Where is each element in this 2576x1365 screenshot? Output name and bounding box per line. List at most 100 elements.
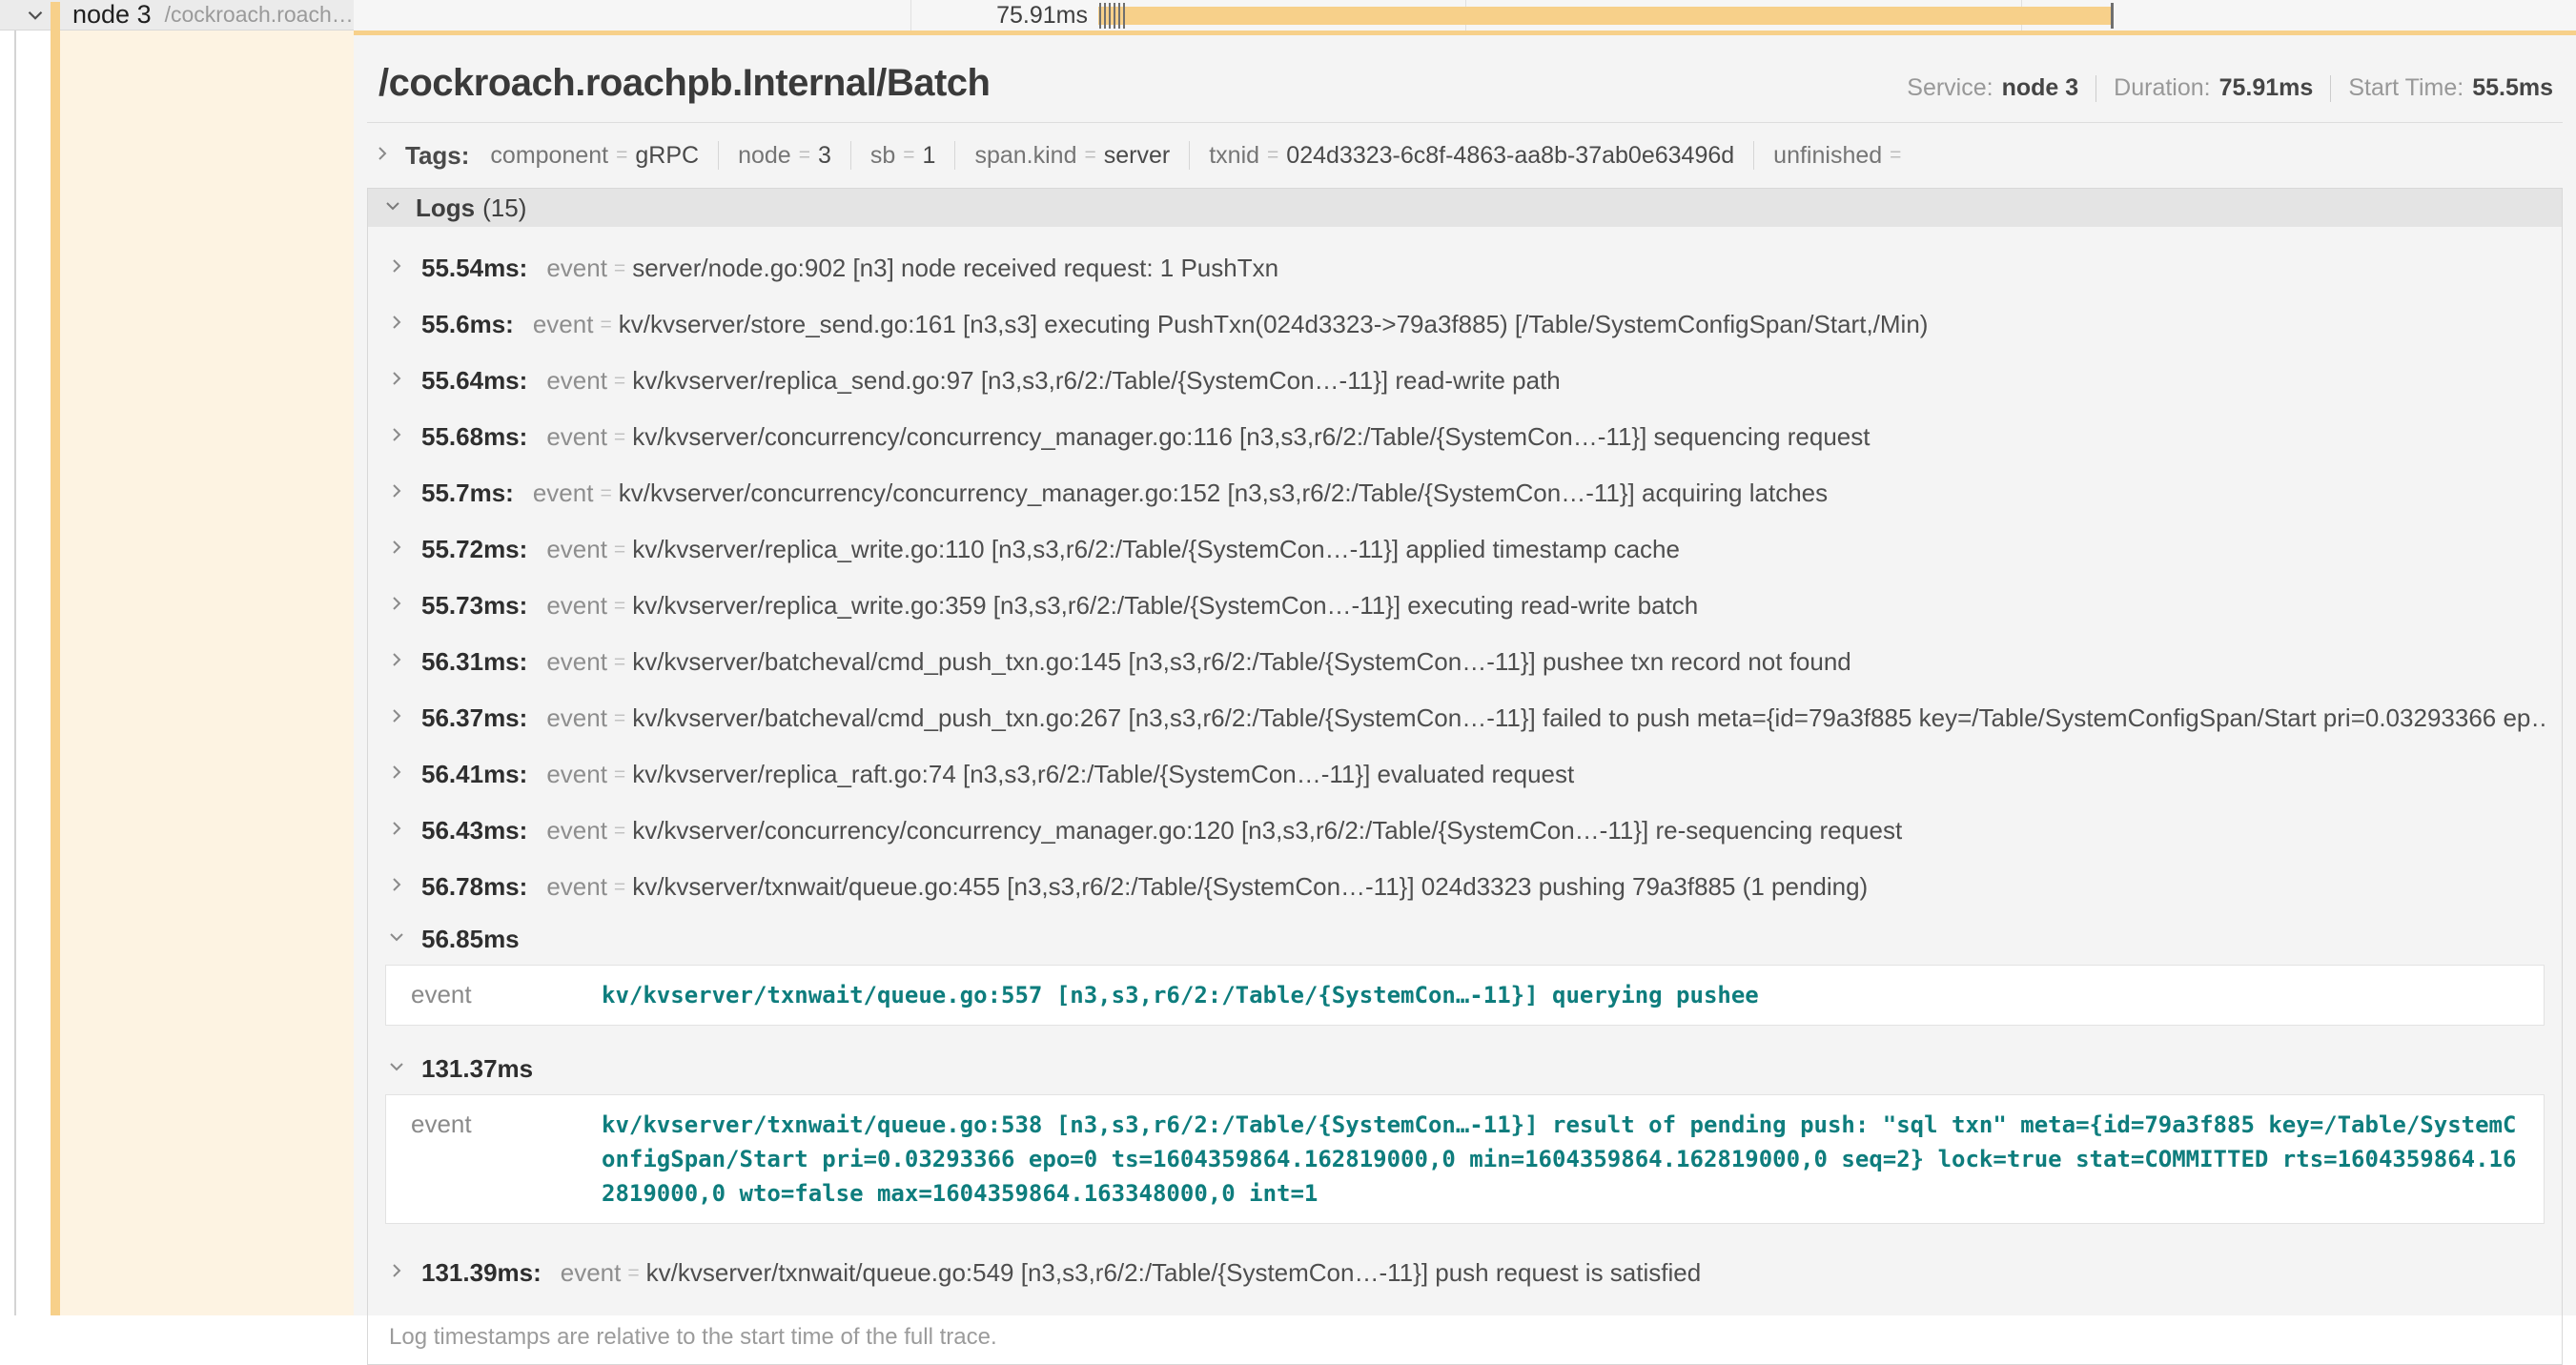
log-field-key: event — [561, 1258, 622, 1288]
log-entry-row[interactable]: 55.54ms:event=server/node.go:902 [n3] no… — [385, 240, 2545, 296]
log-field-key: event — [546, 816, 607, 845]
equals-sign: = — [614, 595, 625, 618]
log-timestamp: 55.7ms: — [421, 479, 514, 508]
span-color-bar — [51, 2, 60, 1315]
chevron-down-icon[interactable] — [385, 926, 408, 953]
log-timestamp: 56.78ms: — [421, 872, 527, 902]
tag-key: txnid — [1209, 142, 1259, 170]
chevron-right-icon[interactable] — [385, 479, 408, 507]
log-field-key: event — [546, 591, 607, 621]
chevron-right-icon[interactable] — [385, 704, 408, 732]
chevron-right-icon[interactable] — [385, 536, 408, 563]
equals-sign: = — [614, 426, 625, 449]
start-time-label: Start Time: — [2348, 74, 2464, 102]
equals-sign: = — [1084, 144, 1095, 167]
duration-label: Duration: — [2114, 74, 2210, 102]
chevron-right-icon[interactable] — [371, 142, 394, 170]
tree-guide-line — [14, 31, 16, 1315]
log-field-key: event — [394, 978, 602, 1012]
log-field-key: event — [546, 872, 607, 902]
log-field-value: kv/kvserver/replica_send.go:97 [n3,s3,r6… — [632, 366, 1561, 396]
equals-sign: = — [614, 764, 625, 786]
span-operation-name[interactable]: /cockroach.roach… — [165, 2, 354, 28]
span-service-name[interactable]: node 3 — [72, 0, 152, 30]
chevron-right-icon[interactable] — [385, 423, 408, 451]
log-timestamp: 55.73ms: — [421, 591, 527, 621]
tag-key: component — [490, 142, 608, 170]
log-entry-header[interactable]: 131.37ms — [385, 1047, 2545, 1090]
log-entry-row[interactable]: 56.43ms:event=kv/kvserver/concurrency/co… — [385, 803, 2545, 859]
log-timestamp: 55.6ms: — [421, 310, 514, 339]
chevron-right-icon[interactable] — [385, 311, 408, 338]
tags-accordion-toggle[interactable]: Tags: component=gRPCnode=3sb=1span.kind=… — [371, 131, 2563, 180]
chevron-right-icon[interactable] — [385, 592, 408, 620]
log-entry-row[interactable]: 56.37ms:event=kv/kvserver/batcheval/cmd_… — [385, 690, 2545, 746]
log-timestamp: 131.39ms: — [421, 1258, 542, 1288]
log-timestamp: 55.64ms: — [421, 366, 527, 396]
log-field-key: event — [533, 479, 594, 508]
span-detail-header: /cockroach.roachpb.Internal/Batch Servic… — [378, 62, 2553, 105]
log-entry-row[interactable]: 55.68ms:event=kv/kvserver/concurrency/co… — [385, 409, 2545, 465]
chevron-right-icon[interactable] — [385, 367, 408, 395]
chevron-right-icon[interactable] — [385, 648, 408, 676]
log-field-value: kv/kvserver/txnwait/queue.go:455 [n3,s3,… — [632, 872, 1868, 902]
logs-accordion: Logs (15) 55.54ms:event=server/node.go:9… — [367, 188, 2563, 1365]
log-field-key: event — [546, 366, 607, 396]
equals-sign: = — [799, 144, 810, 167]
log-marker-tick — [1104, 3, 1106, 29]
tags-label: Tags: — [405, 141, 469, 171]
log-entry-row[interactable]: 55.73ms: event = kv/kvserver/replica_write.… — [385, 578, 2545, 634]
log-entry-row[interactable]: 55.64ms:event=kv/kvserver/replica_send.g… — [385, 353, 2545, 409]
log-entry-row[interactable]: 55.6ms:event=kv/kvserver/store_send.go:1… — [385, 296, 2545, 353]
log-field-value: kv/kvserver/replica_write.go:359 [n3,s3,… — [632, 591, 1698, 621]
span-detail-panel: /cockroach.roachpb.Internal/Batch Servic… — [354, 35, 2576, 1315]
tag-value: gRPC — [635, 142, 699, 170]
log-entry-row[interactable]: 55.7ms:event=kv/kvserver/concurrency/con… — [385, 465, 2545, 521]
log-timestamp: 55.68ms: — [421, 422, 527, 452]
log-entry-header[interactable]: 56.85ms — [385, 917, 2545, 961]
chevron-right-icon[interactable] — [385, 255, 408, 282]
span-name-column-highlight[interactable] — [60, 31, 354, 1315]
tag-separator — [1753, 141, 1754, 170]
tag-item: txnid=024d3323-6c8f-4863-aa8b-37ab0e6349… — [1209, 142, 1734, 170]
equals-sign: = — [614, 651, 625, 674]
log-timestamp: 55.72ms: — [421, 535, 527, 564]
equals-sign: = — [614, 257, 625, 280]
log-entry-expanded: 56.85ms eventkv/kvserver/txnwait/queue.go… — [385, 917, 2545, 1026]
log-field-value: kv/kvserver/txnwait/queue.go:557 [n3,s3,… — [602, 978, 1759, 1012]
log-entry-row[interactable]: 131.39ms:event=kv/kvserver/txnwait/queue… — [385, 1245, 2545, 1301]
log-timestamp: 131.37ms — [421, 1054, 533, 1084]
log-marker-tick — [2111, 3, 2114, 29]
log-field-value: kv/kvserver/concurrency/concurrency_mana… — [632, 422, 1870, 452]
chevron-right-icon[interactable] — [385, 1259, 408, 1287]
log-timestamp: 56.41ms: — [421, 760, 527, 789]
log-field-value: kv/kvserver/replica_write.go:110 [n3,s3,… — [632, 535, 1680, 564]
span-duration-bar[interactable] — [1098, 7, 2114, 25]
log-field-value: kv/kvserver/concurrency/concurrency_mana… — [619, 479, 1828, 508]
log-field-key: event — [546, 703, 607, 733]
log-entry-row[interactable]: 55.72ms:event=kv/kvserver/replica_write.… — [385, 521, 2545, 578]
log-entry-row[interactable]: 56.41ms:event=kv/kvserver/replica_raft.g… — [385, 746, 2545, 803]
service-label: Service: — [1907, 74, 1993, 102]
chevron-right-icon[interactable] — [385, 873, 408, 901]
tag-key: unfinished — [1773, 142, 1882, 170]
tag-item: unfinished= — [1773, 142, 1909, 170]
log-entry-row[interactable]: 56.78ms:event=kv/kvserver/txnwait/queue.… — [385, 859, 2545, 915]
tag-separator — [954, 141, 955, 170]
chevron-down-icon[interactable] — [385, 1055, 408, 1083]
start-time-value: 55.5ms — [2472, 74, 2553, 102]
chevron-right-icon[interactable] — [385, 761, 408, 788]
logs-accordion-header[interactable]: Logs (15) — [368, 189, 2562, 227]
log-entry-row[interactable]: 56.31ms:event=kv/kvserver/batcheval/cmd_… — [385, 634, 2545, 690]
log-marker-tick — [1123, 3, 1125, 29]
log-field-value: kv/kvserver/store_send.go:161 [n3,s3] ex… — [619, 310, 1929, 339]
tag-item: span.kind=server — [974, 142, 1170, 170]
chevron-down-icon[interactable] — [381, 194, 404, 222]
equals-sign: = — [600, 314, 611, 336]
meta-separator — [2330, 75, 2331, 102]
span-detail-meta: Service: node 3 Duration: 75.91ms Start … — [1907, 74, 2553, 102]
chevron-right-icon[interactable] — [385, 817, 408, 845]
equals-sign: = — [616, 144, 627, 167]
log-fields-card: eventkv/kvserver/txnwait/queue.go:538 [n… — [385, 1094, 2545, 1224]
collapse-chevron-icon[interactable] — [23, 3, 48, 32]
